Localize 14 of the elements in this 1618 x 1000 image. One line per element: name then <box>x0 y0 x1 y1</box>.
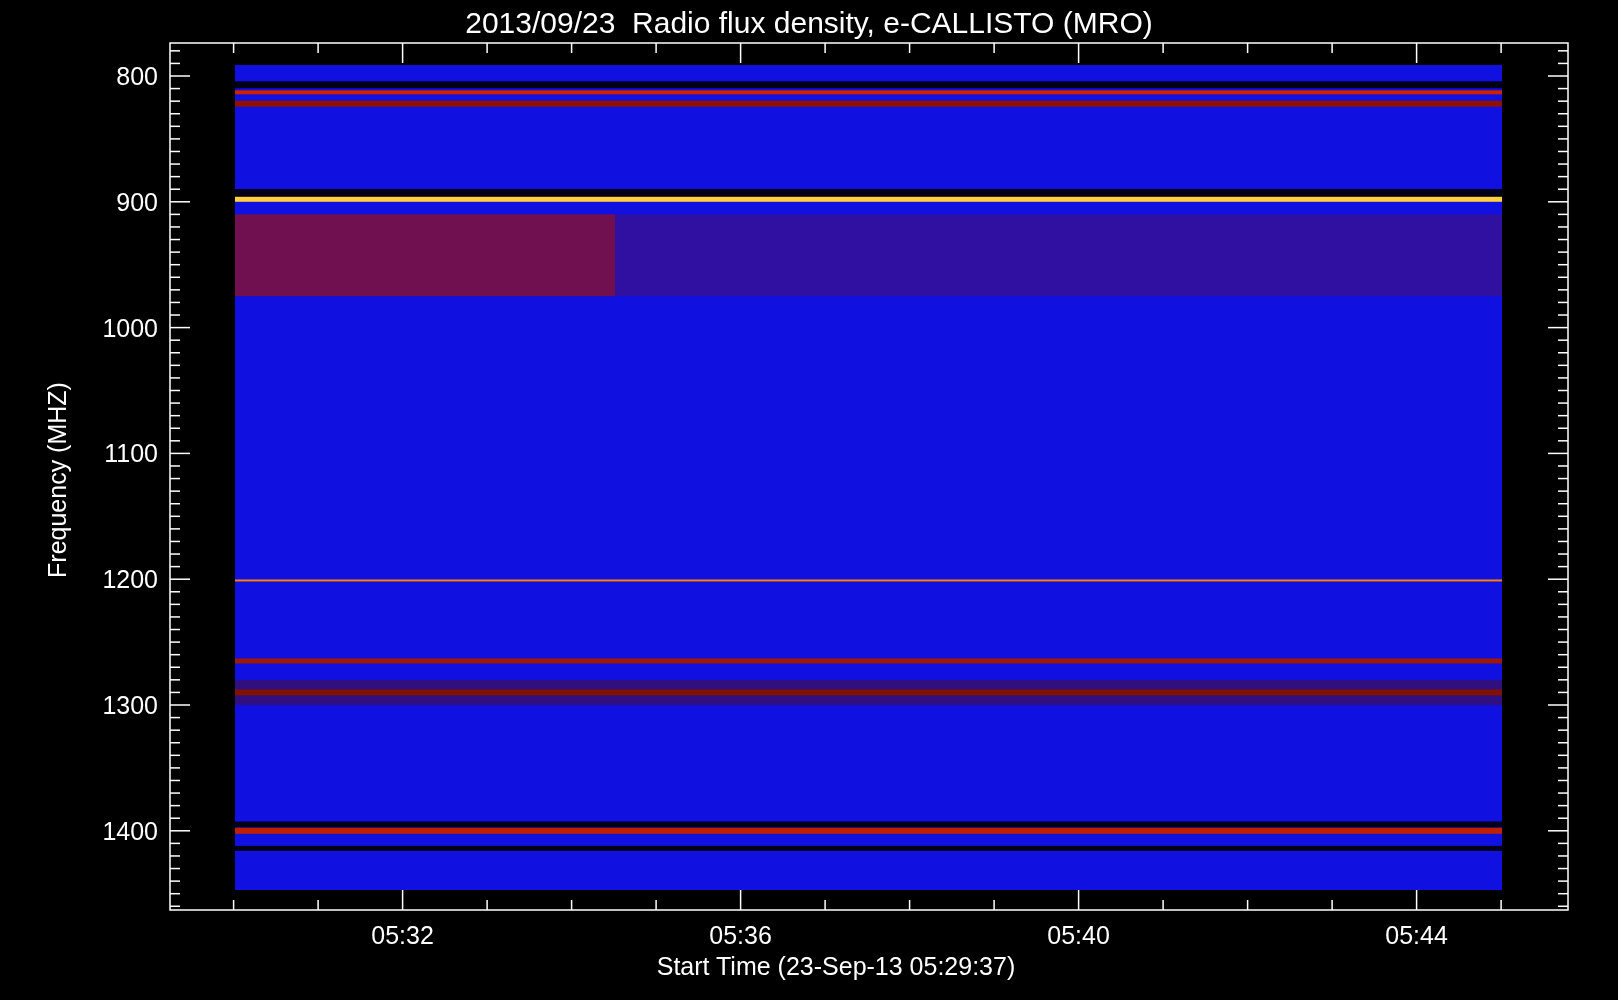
tick-label: 1200 <box>102 565 158 594</box>
tick-label: 05:40 <box>1047 921 1110 949</box>
tick-label: 05:44 <box>1385 921 1448 949</box>
tick-label: 1300 <box>102 691 158 719</box>
tick-label: 900 <box>116 187 158 216</box>
tick-label: 1400 <box>102 816 158 845</box>
chart-title: 2013/09/23 Radio flux density, e-CALLISTO (MRO) <box>465 6 1153 39</box>
tick-label: 05:36 <box>709 921 772 949</box>
tick-label: 1000 <box>102 313 158 342</box>
tick-label: 800 <box>116 62 158 90</box>
tick-label: 05:32 <box>371 921 434 949</box>
axis-label: Frequency (MHZ) <box>43 382 71 578</box>
tick-label: 1100 <box>104 439 158 468</box>
axis-label: Start Time (23-Sep-13 05:29:37) <box>656 952 1016 980</box>
